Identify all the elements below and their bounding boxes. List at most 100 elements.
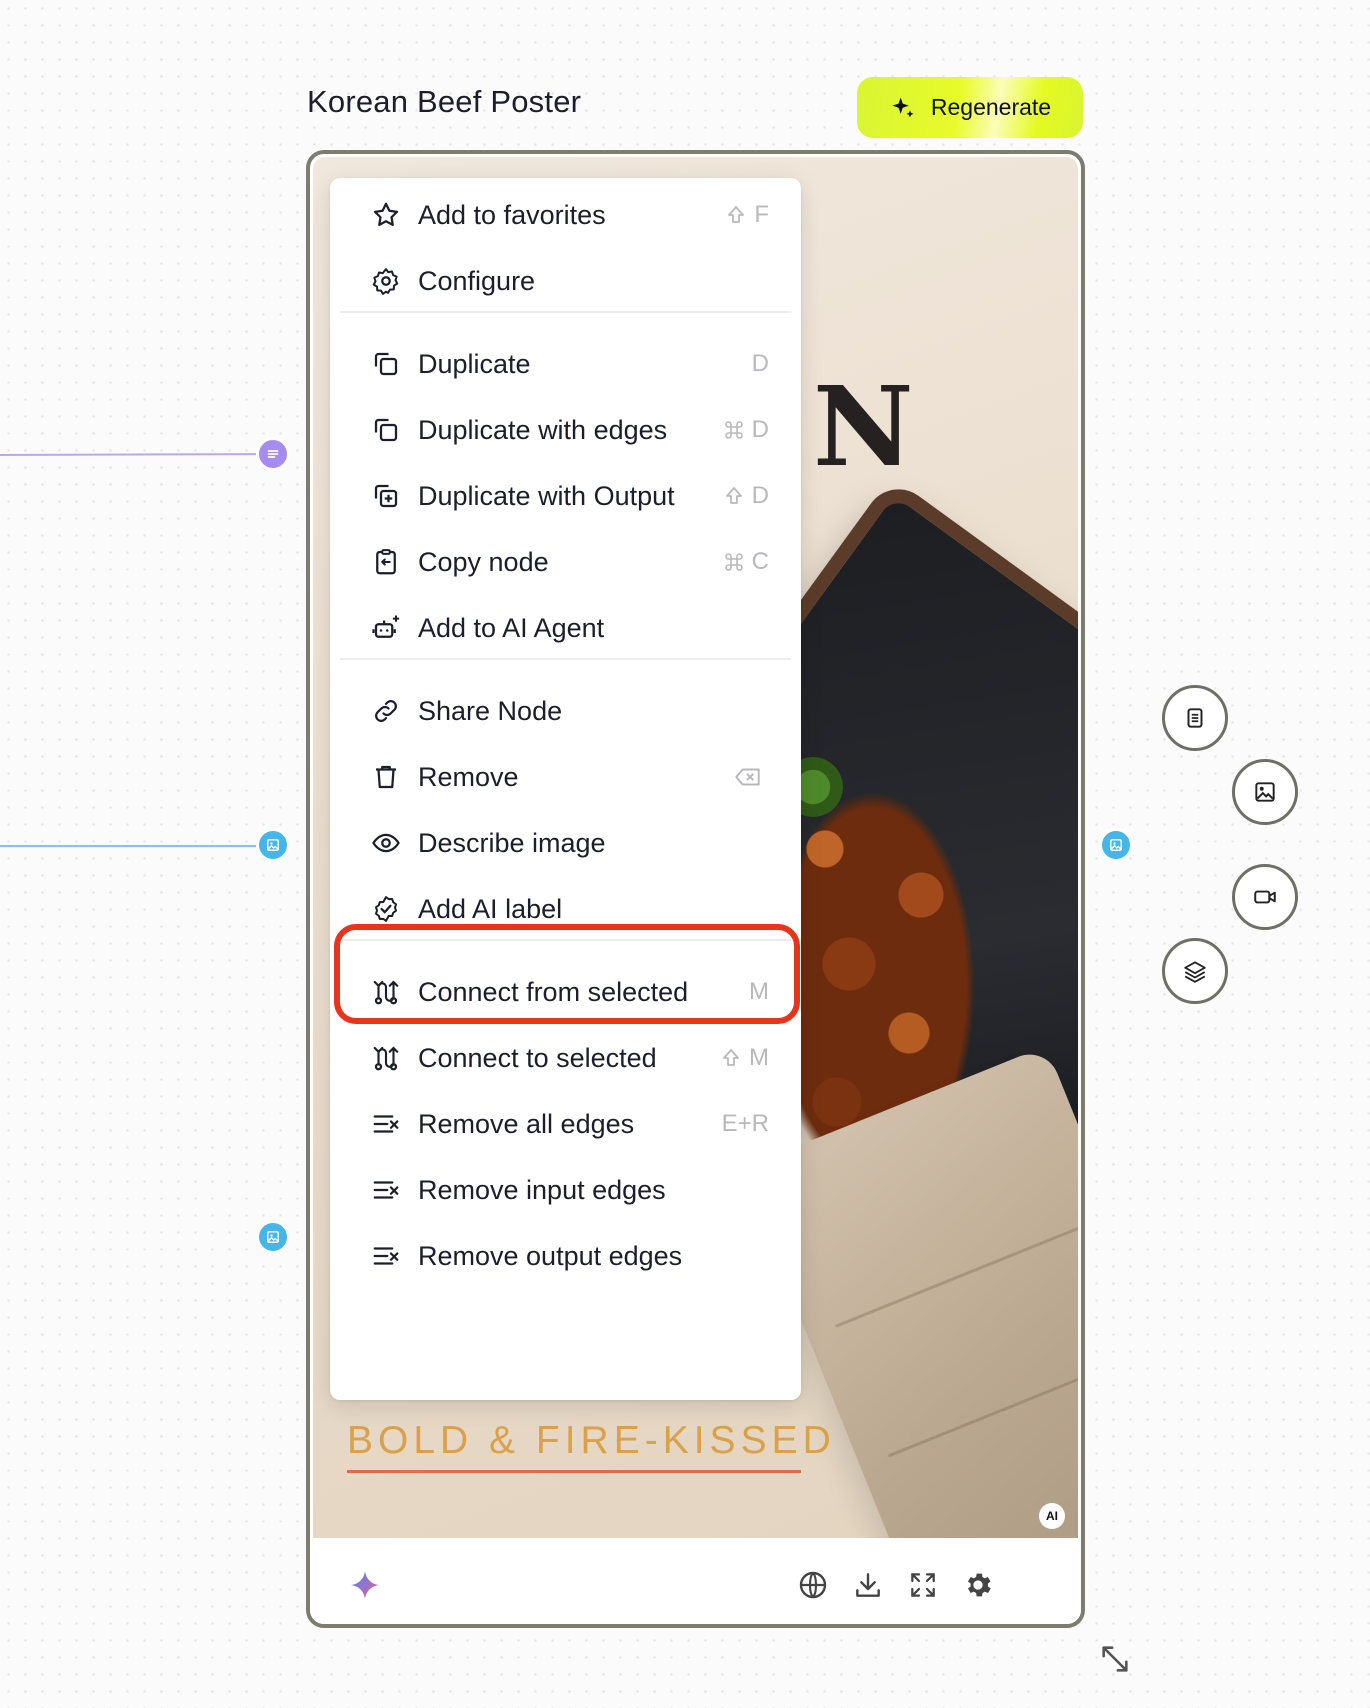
add-video-node-button[interactable] [1232, 864, 1298, 930]
menu-item-shortcut: F [724, 201, 769, 229]
context-menu: Add to favorites F Configure Duplicate D Dupl… [330, 178, 801, 1400]
menu-item-remove-input-edges[interactable]: Remove input edges [340, 1154, 791, 1226]
shortcut-key: F [754, 201, 769, 228]
clipboard-icon [370, 546, 402, 578]
duplicate-icon [370, 414, 402, 446]
command-key-icon [724, 553, 743, 571]
image-output-handle[interactable] [1099, 828, 1133, 862]
menu-item-remove-output-edges[interactable]: Remove output edges [340, 1220, 791, 1292]
menu-item-label: Remove input edges [418, 1174, 666, 1205]
list-x-icon [370, 1174, 402, 1206]
menu-item-duplicate-with-output[interactable]: Duplicate with Output D [340, 460, 791, 532]
tagline-underline [347, 1470, 801, 1473]
globe-icon[interactable] [796, 1568, 830, 1602]
check-badge-icon [370, 893, 402, 925]
menu-item-label: Remove [418, 761, 519, 792]
image-icon [267, 1231, 279, 1243]
download-icon[interactable] [851, 1568, 885, 1602]
image-icon [267, 839, 279, 851]
video-node-icon [1254, 890, 1276, 904]
menu-item-label: Duplicate with edges [418, 414, 668, 445]
menu-item-shortcut [733, 764, 769, 790]
link-icon [370, 695, 402, 727]
settings-icon[interactable] [961, 1568, 995, 1602]
menu-item-label: Add to favorites [418, 199, 606, 230]
image-node-icon [1255, 782, 1275, 802]
shift-key-icon [725, 487, 742, 504]
workflow-canvas[interactable]: Korean Beef Poster Regenerate N BOLD & F… [0, 0, 1370, 1708]
shortcut-key: D [751, 350, 769, 377]
poster-tagline: BOLD & FIRE-KISSED [347, 1419, 836, 1462]
menu-separator [340, 658, 791, 660]
text-input-handle[interactable] [256, 437, 290, 471]
duplicate-icon [370, 348, 402, 380]
image-input-handle[interactable] [256, 828, 290, 862]
shortcut-key: M [749, 978, 769, 1005]
image-edge[interactable] [0, 845, 258, 847]
eye-icon [370, 827, 402, 859]
route-icon [370, 1042, 402, 1074]
regenerate-label: Regenerate [930, 94, 1052, 120]
menu-item-label: Duplicate [418, 348, 531, 379]
image-icon [1110, 839, 1122, 851]
menu-item-configure[interactable]: Configure [340, 245, 791, 317]
add-image-node-button[interactable] [1232, 759, 1298, 825]
ai-badge: AI [1039, 1503, 1065, 1529]
shortcut-key: E+R [721, 1110, 769, 1137]
menu-item-shortcut: D [722, 416, 769, 444]
list-x-icon [370, 1108, 402, 1140]
image-input-handle-2[interactable] [256, 1220, 290, 1254]
menu-separator [340, 311, 791, 313]
menu-item-shortcut: D [752, 350, 769, 378]
shift-key-icon [728, 206, 745, 223]
menu-item-shortcut: M [719, 1044, 769, 1072]
menu-item-remove[interactable]: Remove [340, 741, 791, 813]
robot-plus-icon [370, 612, 402, 644]
menu-item-remove-all-edges[interactable]: Remove all edges E+R [340, 1088, 791, 1160]
resize-handle-icon[interactable] [1098, 1642, 1132, 1676]
menu-item-share-node[interactable]: Share Node [340, 675, 791, 747]
trash-icon [370, 761, 402, 793]
shortcut-key: D [751, 482, 769, 509]
menu-item-label: Copy node [418, 546, 549, 577]
menu-item-label: Connect from selected [418, 976, 689, 1007]
gemini-sparkle-icon [350, 1570, 380, 1600]
layers-icon [1184, 961, 1206, 983]
add-text-node-button[interactable] [1162, 685, 1228, 751]
menu-item-label: Describe image [418, 827, 606, 858]
shortcut-key: C [751, 548, 769, 575]
menu-item-shortcut: C [722, 548, 769, 576]
shortcut-key: M [749, 1044, 769, 1071]
menu-item-label: Remove output edges [418, 1240, 683, 1271]
poster-headline: N [813, 362, 914, 491]
menu-item-describe-image[interactable]: Describe image [340, 807, 791, 879]
menu-item-connect-to-selected[interactable]: Connect to selected M [340, 1022, 791, 1094]
regenerate-button[interactable]: Regenerate [857, 77, 1083, 138]
star-icon [370, 199, 402, 231]
text-node-icon [1187, 708, 1203, 728]
menu-item-label: Duplicate with Output [418, 480, 675, 511]
command-key-icon [724, 421, 743, 439]
menu-item-label: Configure [418, 265, 536, 296]
menu-item-add-ai-label[interactable]: Add AI label [340, 873, 791, 945]
add-layers-node-button[interactable] [1162, 938, 1228, 1004]
menu-item-shortcut: E+R [722, 1110, 769, 1138]
shortcut-key: D [751, 416, 769, 443]
menu-item-label: Remove all edges [418, 1108, 635, 1139]
menu-item-connect-from-selected[interactable]: Connect from selected M [340, 956, 791, 1028]
menu-item-copy-node[interactable]: Copy node C [340, 526, 791, 598]
menu-item-label: Connect to selected [418, 1042, 657, 1073]
text-lines-icon [267, 450, 279, 458]
menu-separator [340, 939, 791, 941]
duplicate-plus-icon [370, 480, 402, 512]
fullscreen-icon[interactable] [906, 1568, 940, 1602]
menu-item-duplicate-with-edges[interactable]: Duplicate with edges D [340, 394, 791, 466]
menu-item-add-to-ai-agent[interactable]: Add to AI Agent [340, 592, 791, 664]
shift-key-icon [723, 1049, 739, 1066]
menu-item-duplicate[interactable]: Duplicate D [340, 328, 791, 400]
route-icon [370, 976, 402, 1008]
text-edge[interactable] [0, 453, 259, 456]
menu-item-add-to-favorites[interactable]: Add to favorites F [340, 179, 791, 251]
node-title: Korean Beef Poster [307, 84, 582, 119]
gear-icon [370, 265, 402, 297]
